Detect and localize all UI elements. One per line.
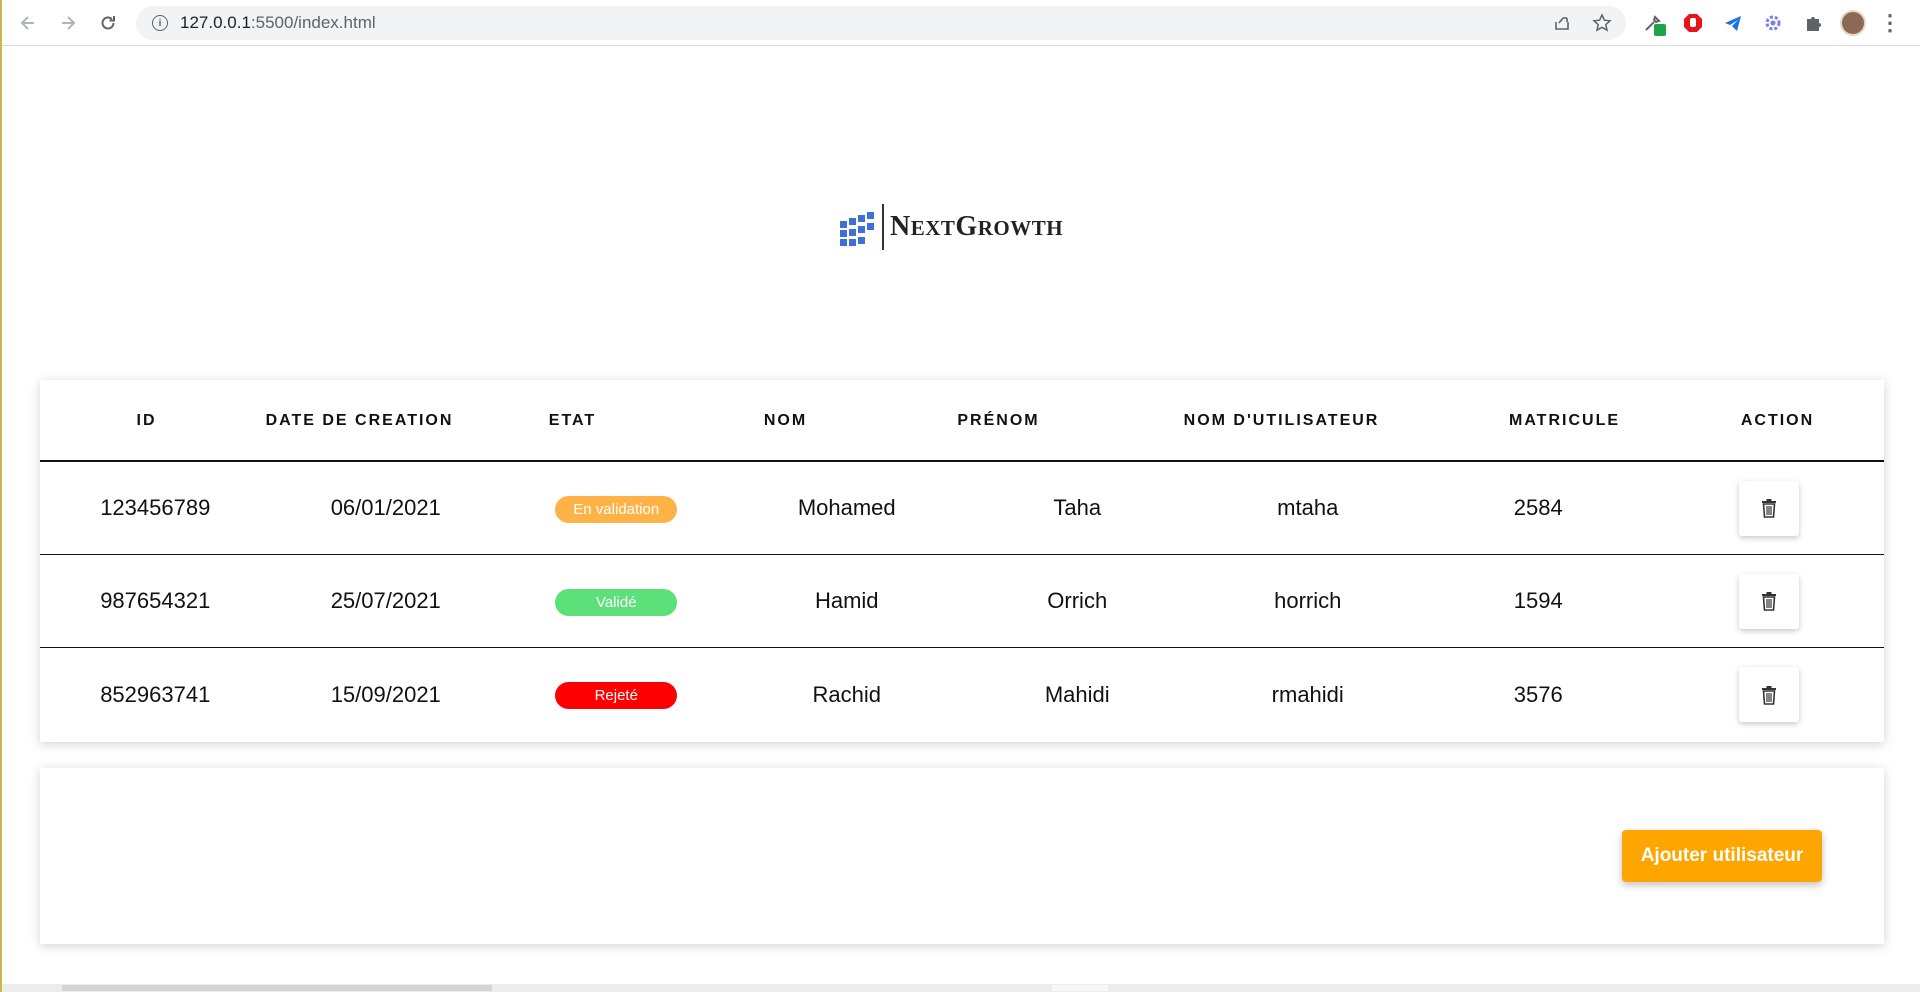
share-icon[interactable]: [1550, 11, 1574, 35]
puzzle-extensions-icon[interactable]: [1798, 8, 1828, 38]
logo-wordmark: NEXTGROWTH: [890, 211, 1064, 242]
table-row: 852963741 15/09/2021 Rejeté Rachid Mahid…: [40, 648, 1884, 741]
cell-nom: Rachid: [812, 681, 881, 707]
table-row: 123456789 06/01/2021 En validation Moham…: [40, 462, 1884, 555]
cell-matricule: 1594: [1513, 588, 1563, 613]
star-icon[interactable]: [1590, 11, 1614, 35]
cell-prenom: Taha: [1053, 495, 1102, 520]
cell-username: mtaha: [1277, 495, 1339, 520]
trash-icon: [1761, 592, 1776, 611]
cell-matricule: 3576: [1513, 681, 1563, 707]
cell-id: 987654321: [100, 588, 211, 613]
forward-icon[interactable]: [48, 3, 88, 43]
column-header-action: ACTION: [1740, 411, 1815, 429]
cell-nom: Mohamed: [797, 495, 896, 520]
delete-button[interactable]: [1738, 667, 1799, 722]
eyedropper-extension-icon[interactable]: [1638, 8, 1668, 38]
address-bar[interactable]: i 127.0.0.1:5500/index.html: [136, 6, 1626, 40]
column-header-username: NOM D'UTILISATEUR: [1183, 411, 1380, 429]
column-header-prenom: PRÉNOM: [957, 411, 1040, 429]
cell-id: 852963741: [100, 681, 211, 707]
column-header-nom: NOM: [763, 411, 808, 429]
back-icon[interactable]: [8, 3, 48, 43]
cell-prenom: Mahidi: [1044, 681, 1110, 707]
column-header-id: ID: [136, 411, 157, 429]
column-header-date: DATE DE CREATION: [265, 411, 454, 429]
delete-button[interactable]: [1738, 573, 1799, 629]
cell-username: horrich: [1274, 588, 1342, 613]
extension-badge: [1654, 24, 1666, 36]
cell-date: 15/09/2021: [330, 681, 441, 707]
trash-icon: [1761, 499, 1776, 518]
cell-username: rmahidi: [1271, 681, 1344, 707]
status-badge: En validation: [555, 495, 678, 523]
gear-extension-icon[interactable]: [1758, 8, 1788, 38]
info-icon[interactable]: i: [152, 15, 168, 31]
column-header-etat: ETAT: [548, 411, 597, 429]
url-path: :5500/index.html: [250, 13, 376, 32]
adblock-extension-icon[interactable]: [1678, 8, 1708, 38]
nextgrowth-logo: NEXTGROWTH: [838, 204, 1063, 250]
profile-avatar[interactable]: [1838, 8, 1868, 38]
scrollbar-segment: [1052, 985, 1108, 991]
cell-date: 25/07/2021: [330, 588, 441, 613]
delete-button[interactable]: [1738, 480, 1799, 536]
cell-date: 06/01/2021: [330, 495, 441, 520]
reload-icon[interactable]: [88, 3, 128, 43]
url-host: 127.0.0.1: [180, 13, 251, 32]
logo-divider: [882, 204, 884, 250]
table-header: ID DATE DE CREATION ETAT NOM PRÉNOM NOM …: [40, 380, 1884, 462]
actions-panel: Ajouter utilisateur: [40, 768, 1884, 944]
add-user-button[interactable]: Ajouter utilisateur: [1622, 830, 1822, 882]
status-badge: Rejeté: [555, 682, 678, 709]
telegram-extension-icon[interactable]: [1718, 8, 1748, 38]
trash-icon: [1761, 685, 1776, 705]
horizontal-scrollbar[interactable]: [2, 984, 1920, 992]
cell-nom: Hamid: [814, 588, 879, 613]
users-table: ID DATE DE CREATION ETAT NOM PRÉNOM NOM …: [40, 380, 1884, 742]
cell-id: 123456789: [100, 495, 211, 520]
status-badge: Validé: [555, 588, 678, 616]
logo-grid-icon: [838, 209, 874, 246]
scrollbar-thumb[interactable]: [62, 985, 492, 991]
browser-toolbar: i 127.0.0.1:5500/index.html ⋮: [2, 0, 1920, 46]
cell-matricule: 2584: [1513, 495, 1563, 520]
table-row: 987654321 25/07/2021 Validé Hamid Orrich…: [40, 555, 1884, 648]
cell-prenom: Orrich: [1047, 588, 1108, 613]
menu-icon[interactable]: ⋮: [1878, 10, 1902, 36]
column-header-matricule: MATRICULE: [1508, 411, 1621, 429]
